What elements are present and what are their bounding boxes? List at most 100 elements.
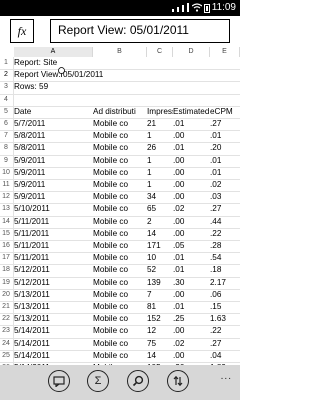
cell[interactable]: .01 xyxy=(210,168,240,178)
cell[interactable]: 1 xyxy=(147,168,173,178)
table-row[interactable]: 25 5/14/2011 Mobile co 14.00.04 xyxy=(0,351,240,363)
cell[interactable]: 5/12/2011 xyxy=(14,265,90,275)
cell[interactable]: 5/9/2011 xyxy=(14,156,90,166)
cell[interactable]: 10 xyxy=(147,253,173,263)
row-number[interactable]: 17 xyxy=(0,253,12,263)
row-number[interactable]: 21 xyxy=(0,302,12,312)
cell[interactable]: .54 xyxy=(210,253,240,263)
table-row[interactable]: 9 5/9/2011 Mobile co 1.00.01 xyxy=(0,156,240,168)
row-number[interactable]: 8 xyxy=(0,143,12,153)
formula-input[interactable]: Report View: 05/01/2011 xyxy=(50,19,230,43)
cell[interactable]: Mobile co xyxy=(93,229,147,239)
cell[interactable]: .04 xyxy=(210,351,240,361)
column-header-d[interactable]: D xyxy=(173,47,210,57)
row-number[interactable]: 22 xyxy=(0,314,12,324)
cell[interactable]: .00 xyxy=(173,326,209,336)
row-number[interactable]: 6 xyxy=(0,119,12,129)
cell[interactable]: 5/11/2011 xyxy=(14,217,90,227)
cell[interactable]: 5/14/2011 xyxy=(14,351,90,361)
find-button[interactable] xyxy=(127,370,149,392)
cell[interactable]: 5/12/2011 xyxy=(14,278,90,288)
cell[interactable]: 5/8/2011 xyxy=(14,131,90,141)
row-number[interactable]: 9 xyxy=(0,156,12,166)
cell[interactable]: Impressions xyxy=(147,107,173,117)
cell[interactable]: Ad distributi xyxy=(93,107,147,117)
cell[interactable]: 81 xyxy=(147,302,173,312)
cell[interactable]: .02 xyxy=(173,204,209,214)
cell[interactable]: 2.17 xyxy=(210,278,240,288)
cell[interactable]: .01 xyxy=(210,131,240,141)
row-number[interactable]: 25 xyxy=(0,351,12,361)
cell[interactable]: .02 xyxy=(173,339,209,349)
row-number[interactable]: 15 xyxy=(0,229,12,239)
cell[interactable]: 5/8/2011 xyxy=(14,143,90,153)
cell[interactable]: 5/7/2011 xyxy=(14,119,90,129)
row-number[interactable]: 1 xyxy=(0,58,12,68)
cell[interactable]: .01 xyxy=(173,265,209,275)
cell[interactable]: Mobile co xyxy=(93,241,147,251)
cell[interactable]: 5/9/2011 xyxy=(14,192,90,202)
cell[interactable]: 34 xyxy=(147,192,173,202)
table-row[interactable]: 15 5/11/2011 Mobile co 14.00.22 xyxy=(0,229,240,241)
spreadsheet-grid[interactable]: A B C D E 1 Report: Site 2 Report View: 05/… xyxy=(0,47,240,365)
cell[interactable]: .27 xyxy=(210,119,240,129)
table-row[interactable]: 22 5/13/2011 Mobile co 152.25 1.63 xyxy=(0,314,240,327)
cell[interactable]: .01 xyxy=(173,119,209,129)
table-row[interactable]: 23 5/14/2011 Mobile co 12.00.22 xyxy=(0,326,240,339)
table-row[interactable]: 17 5/11/2011 Mobile co 10.01.54 xyxy=(0,253,240,266)
cell[interactable]: 14 xyxy=(147,229,173,239)
cell[interactable]: .01 xyxy=(210,156,240,166)
row-number[interactable]: 23 xyxy=(0,326,12,336)
cell[interactable]: .01 xyxy=(173,253,209,263)
cell[interactable]: Mobile co xyxy=(93,204,147,214)
cell[interactable]: .00 xyxy=(173,168,209,178)
cell[interactable]: .00 xyxy=(173,351,209,361)
cell[interactable]: .00 xyxy=(173,180,209,190)
cell[interactable]: Mobile co xyxy=(93,131,147,141)
row-number[interactable]: 3 xyxy=(0,82,12,92)
cell[interactable]: 5/9/2011 xyxy=(14,180,90,190)
table-row[interactable]: 7 5/8/2011 Mobile co 1.00.01 xyxy=(0,131,240,144)
cell[interactable]: Date xyxy=(14,107,90,117)
header-row[interactable]: 4 xyxy=(0,95,240,107)
cell[interactable]: 5/11/2011 xyxy=(14,229,90,239)
cell[interactable]: .00 xyxy=(173,217,209,227)
cell[interactable]: .30 xyxy=(173,278,209,288)
table-header-row[interactable]: 5DateAd distributiImpressionsEstimatedeC… xyxy=(0,107,240,119)
cell[interactable]: 1.63 xyxy=(210,314,240,324)
table-row[interactable]: 12 5/9/2011 Mobile co 34.00.03 xyxy=(0,192,240,205)
cell[interactable]: Report: Site xyxy=(14,58,224,68)
column-header-c[interactable]: C xyxy=(147,47,173,57)
cell[interactable]: Mobile co xyxy=(93,278,147,288)
cell[interactable]: .00 xyxy=(173,156,209,166)
cell[interactable]: .44 xyxy=(210,217,240,227)
cell[interactable]: .18 xyxy=(210,265,240,275)
cell[interactable]: Mobile co xyxy=(93,143,147,153)
row-number[interactable]: 12 xyxy=(0,192,12,202)
cell[interactable]: 2 xyxy=(147,217,173,227)
column-header-a[interactable]: A xyxy=(14,47,93,57)
sort-button[interactable] xyxy=(167,370,189,392)
cell[interactable]: .22 xyxy=(210,229,240,239)
row-number[interactable]: 10 xyxy=(0,168,12,178)
cell[interactable]: 5/10/2011 xyxy=(14,204,90,214)
cell[interactable]: 21 xyxy=(147,119,173,129)
cell[interactable]: 12 xyxy=(147,326,173,336)
row-number[interactable]: 19 xyxy=(0,278,12,288)
cell[interactable]: Mobile co xyxy=(93,265,147,275)
row-number[interactable]: 11 xyxy=(0,180,12,190)
comment-button[interactable] xyxy=(48,370,70,392)
function-button[interactable]: fx xyxy=(10,19,34,43)
cell[interactable]: Mobile co xyxy=(93,180,147,190)
cell[interactable]: 75 xyxy=(147,339,173,349)
cell[interactable]: .25 xyxy=(173,314,209,324)
cell[interactable]: 1 xyxy=(147,156,173,166)
row-number[interactable]: 14 xyxy=(0,217,12,227)
table-row[interactable]: 20 5/13/2011 Mobile co 7.00.06 xyxy=(0,290,240,302)
cell[interactable]: eCPM xyxy=(210,107,240,117)
cell[interactable]: 5/9/2011 xyxy=(14,168,90,178)
table-row[interactable]: 10 5/9/2011 Mobile co 1.00.01 xyxy=(0,168,240,180)
table-row[interactable]: 24 5/14/2011 Mobile co 75.02.27 xyxy=(0,339,240,351)
cell[interactable]: Mobile co xyxy=(93,156,147,166)
cell[interactable]: 14 xyxy=(147,351,173,361)
